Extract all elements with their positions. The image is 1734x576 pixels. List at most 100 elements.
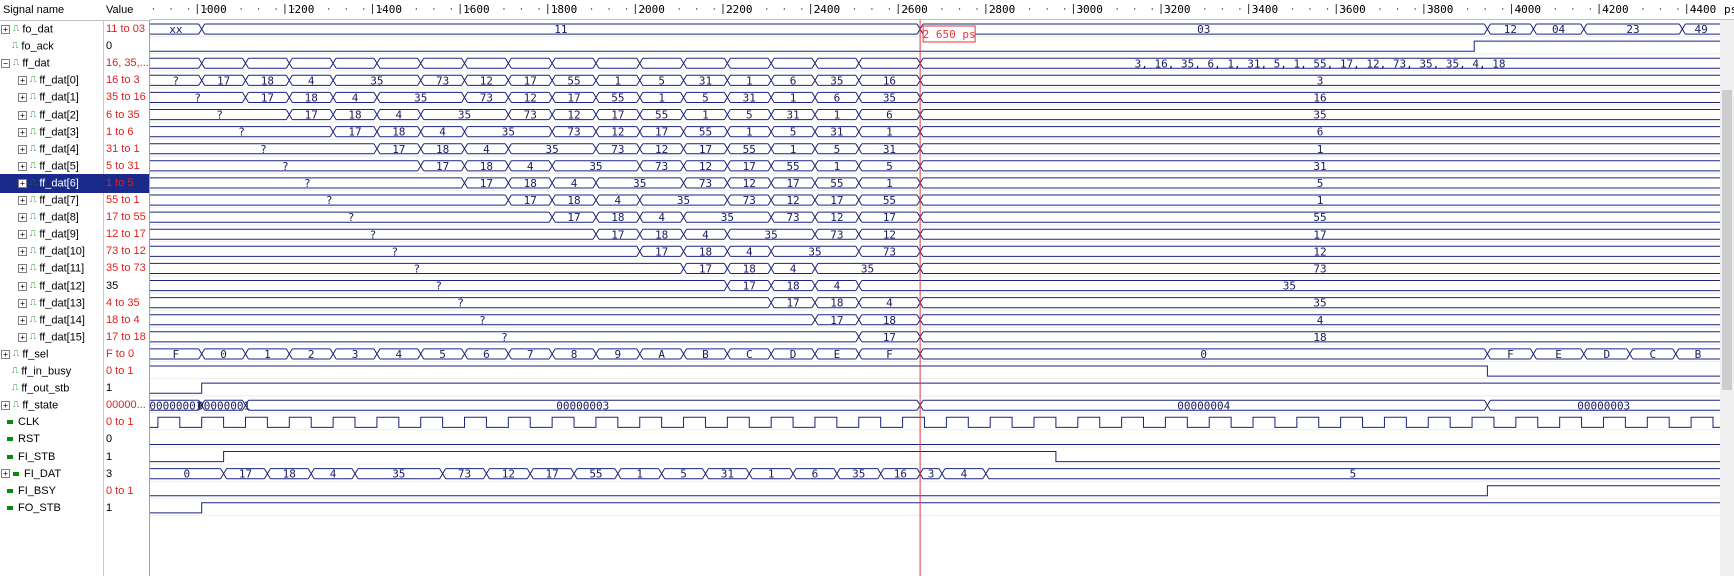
expand-icon[interactable]: +: [18, 178, 27, 188]
bus-value-label: 18: [786, 280, 799, 293]
waveform-rst[interactable]: [150, 444, 1720, 448]
ruler-tick-label: 2200: [726, 3, 753, 16]
collapse-icon[interactable]: −: [1, 59, 10, 69]
waveform-ff-dat-0[interactable]: ? 17 18 4 35 73 12 17 55 1 5 31 1 6 35 16 3: [150, 74, 1720, 89]
waveform-ff-state[interactable]: 0000000100000001 00000003 00000004 00000003: [150, 399, 1720, 414]
waveform-fi-dat[interactable]: 0 17 18 4 35 73 12 17 55 1 5 31 1 6 35 16 3 4 5: [150, 468, 1720, 482]
bus-transition: [811, 194, 819, 206]
ruler-tick-label: 1200: [288, 3, 315, 16]
ruler-dot: [1642, 8, 1644, 10]
expand-icon[interactable]: +: [18, 110, 27, 120]
expand-icon[interactable]: +: [18, 230, 27, 240]
expand-icon[interactable]: +: [18, 264, 27, 274]
bus-value-label: B: [1695, 348, 1702, 361]
expand-icon[interactable]: +: [18, 213, 27, 223]
waveform-ff-dat-8[interactable]: ? 17 18 4 35 73 12 17 55: [150, 211, 1720, 226]
waveform-ff-dat-3[interactable]: ? 17 18 4 35 73 12 17 55 1 5 31 1 6: [150, 126, 1720, 140]
vertical-scrollbar[interactable]: [1720, 20, 1734, 576]
bus-value-label: F: [1507, 348, 1514, 361]
bus-transition: [570, 468, 578, 479]
port-pin-icon: [13, 471, 19, 476]
expand-icon[interactable]: +: [18, 315, 27, 325]
waveform-ff-dat-12[interactable]: ? 17 18 4 35: [150, 280, 1720, 294]
scrollbar-thumb[interactable]: [1722, 90, 1732, 390]
bus-value-label: 35: [1283, 280, 1296, 293]
waveform-ff-sel[interactable]: F 0 1 2 3 4 5 6 7 8 9 A B C D E F 0 F E D C B: [150, 348, 1720, 362]
signal-row-fo-stb[interactable]: FO_STB: [0, 499, 104, 518]
bus-value-label: 17: [699, 143, 712, 156]
waveform-fo-ack[interactable]: [150, 40, 1720, 55]
value-header[interactable]: Value: [104, 0, 151, 21]
waveform-ff-dat-10[interactable]: ? 17 18 4 35 73 12: [150, 245, 1720, 260]
bus-transition: [702, 468, 709, 479]
port-pin-icon: [7, 437, 13, 442]
waveform-fi-stb[interactable]: [150, 451, 1720, 465]
waveform-ff-dat-1[interactable]: ? 17 18 4 35 73 12 17 55 1 5 31 1 6 35 16: [150, 91, 1720, 106]
expand-icon[interactable]: +: [18, 196, 27, 205]
waveform-ff-dat-9[interactable]: ? 17 18 4 35 73 12 17: [150, 228, 1720, 243]
waveform-ff-dat-2[interactable]: ? 17 18 4 35 73 12 17 55 1 5 31 1 6 35: [150, 109, 1720, 123]
bus-transition: [373, 143, 381, 155]
expand-icon[interactable]: +: [18, 161, 27, 171]
bus-transition: [636, 92, 644, 103]
bus-transition: [855, 211, 863, 223]
waveform-ff-dat-11[interactable]: ? 17 18 4 35 73: [150, 262, 1720, 277]
signal-name: ff_in_busy: [21, 365, 72, 378]
expand-icon[interactable]: +: [1, 25, 10, 34]
bus-value-label: 0: [220, 348, 227, 361]
expand-icon[interactable]: +: [1, 349, 10, 359]
bus-value-label: 4: [483, 143, 490, 156]
ruler-dot: [590, 8, 593, 10]
bus-transition: [811, 348, 819, 360]
bus-value-label: 18: [699, 245, 712, 258]
bus-value-label: 17: [524, 194, 537, 207]
bus-value-label: 6: [790, 74, 797, 87]
expand-icon[interactable]: +: [18, 144, 27, 154]
expand-icon[interactable]: +: [18, 127, 27, 137]
bus-value-label: 35: [589, 160, 602, 173]
expand-icon[interactable]: +: [18, 332, 27, 342]
waveform-ff-dat-4[interactable]: ? 17 18 4 35 73 12 17 55 1 5 31 1: [150, 143, 1720, 157]
expand-icon[interactable]: +: [18, 93, 27, 103]
expand-icon[interactable]: +: [1, 401, 10, 411]
waveform-view[interactable]: 1000 1200 1400 1600 1800 2000 2200 2400 2600 2800…: [150, 0, 1734, 576]
waveform-ff-dat-5[interactable]: ? 17 18 4 35 73 12 17 55 1 5 31: [150, 160, 1720, 174]
bus-transition: [636, 211, 644, 223]
signal-name-header[interactable]: Signal name: [0, 0, 106, 21]
waveform-fi-bsy[interactable]: [150, 485, 1720, 499]
bus-value-label: C: [746, 348, 753, 361]
bus-transition: [723, 57, 731, 69]
bus-value-label: 0: [183, 468, 190, 481]
signal-value: 1: [106, 501, 113, 514]
ruler-dot: [958, 8, 961, 10]
expand-icon[interactable]: +: [1, 469, 10, 479]
bus-value-label: ?: [435, 280, 442, 293]
waveform-ff-dat[interactable]: 3, 16, 35, 6, 1, 31, 5, 1, 55, 17, 12, 7…: [150, 57, 1720, 72]
bit-trace: [150, 502, 1720, 514]
bus-transition: [373, 109, 381, 120]
bus-transition: [417, 57, 425, 69]
waveform-ff-out-stb[interactable]: [150, 382, 1720, 397]
bus-value-label: 17: [830, 314, 843, 327]
bus-transition: [680, 143, 687, 155]
bus-transition: [461, 348, 468, 360]
waveform-fo-stb[interactable]: [150, 502, 1720, 516]
bus-transition: [723, 228, 731, 240]
bus-value-label: A: [658, 348, 665, 361]
signal-name: CLK: [18, 416, 40, 429]
waveform-ff-dat-13[interactable]: ? 17 18 4 35: [150, 297, 1720, 311]
waveform-ff-dat-15[interactable]: ? 17 18: [150, 331, 1720, 345]
waveform-ff-dat-7[interactable]: ? 17 18 4 35 73 12 17 55 1: [150, 194, 1720, 209]
bus-transition: [482, 468, 490, 479]
expand-icon[interactable]: +: [18, 247, 27, 257]
bus-transition: [548, 211, 556, 223]
expand-icon[interactable]: +: [18, 76, 27, 86]
expand-icon[interactable]: +: [18, 281, 27, 291]
waveform-ff-dat-14[interactable]: ? 17 18 4: [150, 314, 1720, 328]
waveform-clk[interactable]: [150, 416, 1720, 431]
bus-transition: [811, 211, 819, 223]
expand-icon[interactable]: +: [18, 298, 27, 308]
waveform-ff-in-busy[interactable]: [150, 365, 1720, 380]
waveform-ff-dat-6[interactable]: ? 17 18 4 35 73 12 17 55 1 5: [150, 177, 1720, 191]
ruler-dot: [941, 8, 943, 10]
